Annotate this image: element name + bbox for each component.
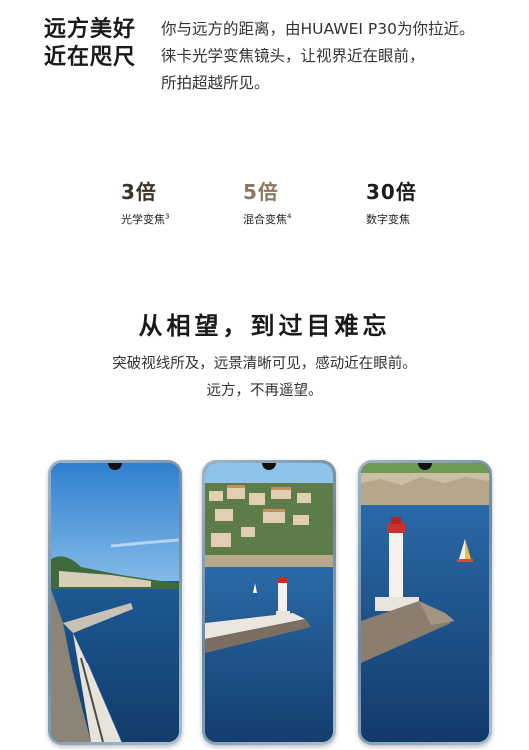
section-subtitle-line: 突破视线所及，远景清晰可见，感动近在眼前。 bbox=[112, 356, 417, 372]
coastal-city-photo bbox=[51, 463, 179, 742]
phone-screen bbox=[361, 463, 489, 742]
zoom-value: 3倍 bbox=[121, 180, 157, 204]
phone-gallery bbox=[0, 460, 529, 750]
hero-section: 远方美好 近在咫尺 你与远方的距离，由HUAWEI P30为你拉近。 徕卡光学变… bbox=[0, 0, 529, 110]
zoom-spec-digital: 30倍 数字变焦 bbox=[366, 176, 476, 227]
footnote-marker: 3 bbox=[165, 212, 170, 221]
section-subtitle: 突破视线所及，远景清晰可见，感动近在眼前。 远方，不再遥望。 bbox=[0, 351, 529, 405]
section-subtitle-line: 远方，不再遥望。 bbox=[206, 383, 323, 399]
phone-wide-view bbox=[48, 460, 182, 745]
hero-title-line: 近在咫尺 bbox=[44, 45, 137, 70]
hero-title-line: 远方美好 bbox=[44, 17, 137, 42]
hero-description-line: 徕卡光学变焦镜头，让视界近在眼前， bbox=[161, 47, 425, 65]
hero-description-line: 你与远方的距离，由HUAWEI P30为你拉近。 bbox=[161, 20, 475, 38]
footnote-marker: 4 bbox=[287, 212, 292, 221]
hero-title: 远方美好 近在咫尺 bbox=[44, 16, 154, 72]
zoom-specs: 3倍 光学变焦3 5倍 混合变焦4 30倍 数字变焦 bbox=[0, 176, 529, 236]
zoom-spec-optical: 3倍 光学变焦3 bbox=[121, 176, 231, 227]
zoom-value: 5倍 bbox=[243, 180, 279, 204]
zoom-value: 30倍 bbox=[366, 180, 417, 204]
phone-mid-zoom bbox=[202, 460, 336, 745]
zoom-label-text: 数字变焦 bbox=[366, 213, 410, 226]
zoom-label: 数字变焦 bbox=[366, 211, 476, 227]
zoom-label: 混合变焦4 bbox=[243, 211, 353, 227]
hero-description: 你与远方的距离，由HUAWEI P30为你拉近。 徕卡光学变焦镜头，让视界近在眼… bbox=[161, 16, 521, 97]
zoom-label-text: 混合变焦 bbox=[243, 213, 287, 226]
phone-screen bbox=[51, 463, 179, 742]
lighthouse-closeup-photo bbox=[361, 463, 489, 742]
harbor-lighthouse-photo bbox=[205, 463, 333, 742]
hero-description-line: 所拍超越所见。 bbox=[161, 74, 270, 92]
phone-close-zoom bbox=[358, 460, 492, 745]
zoom-label-text: 光学变焦 bbox=[121, 213, 165, 226]
zoom-label: 光学变焦3 bbox=[121, 211, 231, 227]
section-title: 从相望，到过目难忘 bbox=[138, 312, 391, 340]
zoom-spec-hybrid: 5倍 混合变焦4 bbox=[243, 176, 353, 227]
phone-screen bbox=[205, 463, 333, 742]
